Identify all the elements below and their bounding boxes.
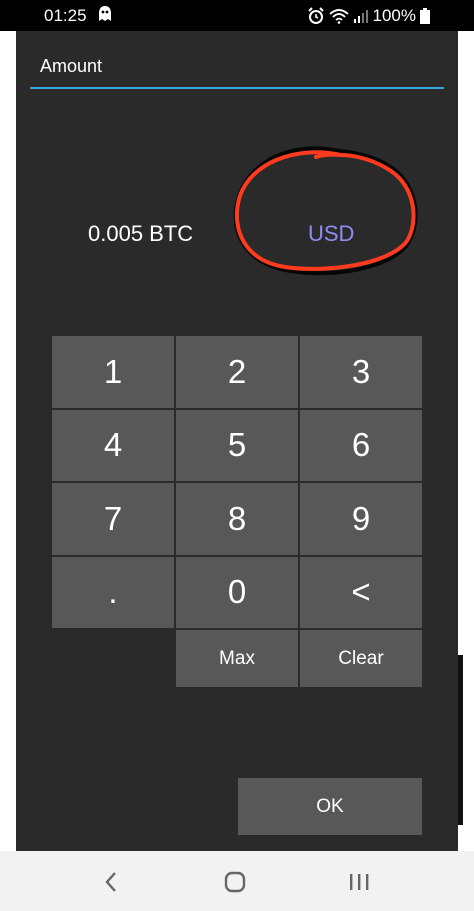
key-3[interactable]: 3	[300, 336, 422, 408]
key-0[interactable]: 0	[176, 556, 298, 628]
status-bar: 01:25 100%	[0, 0, 474, 31]
key-1[interactable]: 1	[52, 336, 174, 408]
back-icon[interactable]	[96, 869, 126, 895]
key-9[interactable]: 9	[300, 483, 422, 555]
battery-icon	[420, 8, 430, 24]
status-time: 01:25	[44, 6, 87, 25]
key-6[interactable]: 6	[300, 409, 422, 481]
amount-display: 0.005 BTC	[88, 221, 194, 246]
key-2[interactable]: 2	[176, 336, 298, 408]
title-divider	[30, 87, 444, 89]
key-decimal[interactable]: .	[52, 556, 174, 628]
amount-dialog: Amount 0.005 BTC USD 1 2 3 4 5 6 7 8 9 .…	[16, 31, 458, 851]
max-button[interactable]: Max	[176, 630, 298, 687]
ok-button[interactable]: OK	[238, 778, 422, 835]
keypad-spacer	[52, 630, 174, 687]
currency-toggle-button[interactable]: USD	[308, 221, 354, 247]
key-7[interactable]: 7	[52, 483, 174, 555]
battery-percent: 100%	[372, 6, 416, 25]
navigation-bar	[0, 851, 474, 911]
alarm-icon	[307, 7, 325, 25]
scroll-edge	[458, 655, 463, 825]
ghost-app-icon	[98, 5, 112, 28]
home-icon[interactable]	[220, 869, 250, 895]
recent-apps-icon[interactable]	[344, 869, 374, 895]
backspace-key[interactable]: <	[300, 556, 422, 628]
key-5[interactable]: 5	[176, 409, 298, 481]
key-4[interactable]: 4	[52, 409, 174, 481]
wifi-icon	[328, 8, 349, 24]
numeric-keypad: 1 2 3 4 5 6 7 8 9 . 0 < Max Clear	[52, 336, 422, 687]
dialog-title: Amount	[40, 56, 103, 76]
signal-icon	[353, 8, 369, 24]
clear-button[interactable]: Clear	[300, 630, 422, 687]
status-icons: 100%	[307, 6, 430, 26]
red-circle-annotation	[233, 146, 418, 276]
key-8[interactable]: 8	[176, 483, 298, 555]
